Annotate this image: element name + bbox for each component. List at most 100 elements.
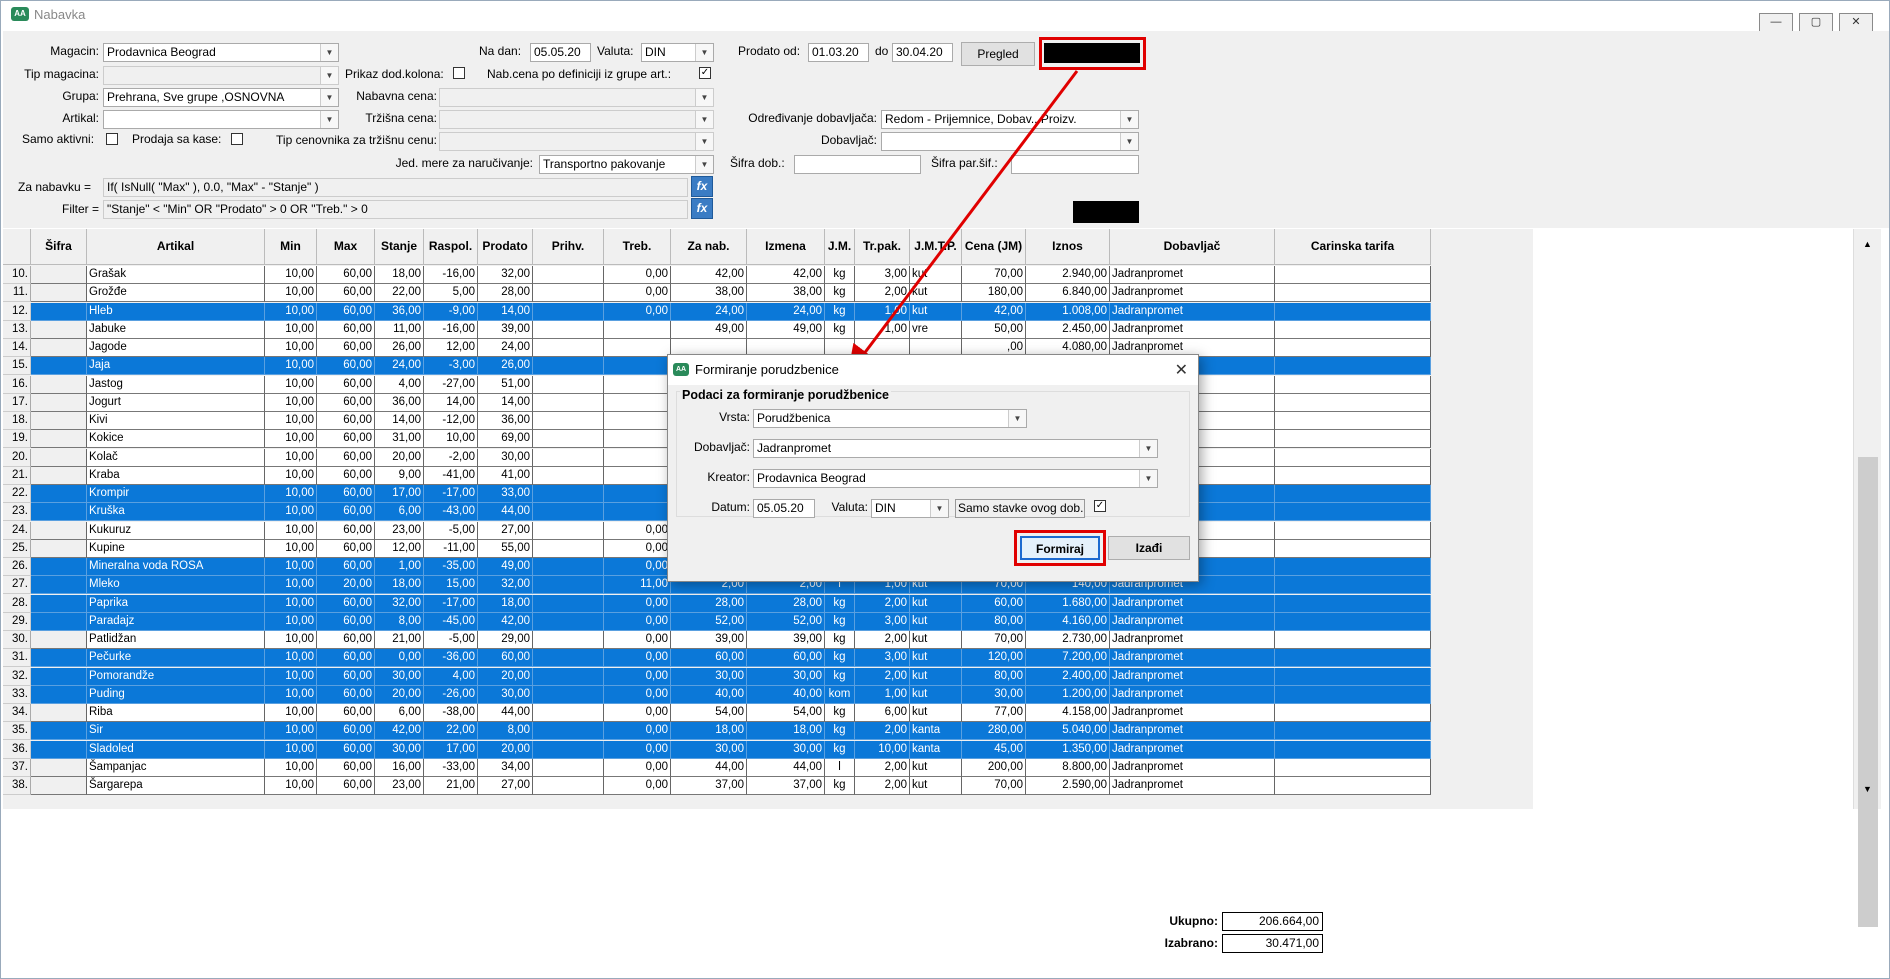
dobavljac-cell[interactable]: Jadranpromet xyxy=(1110,722,1275,741)
artikal-cell[interactable]: Krompir xyxy=(87,485,265,503)
table-row[interactable]: 13. Jabuke 10,00 60,00 11,00 -16,00 39,00 49,00… xyxy=(3,320,1431,339)
artikal-cell[interactable]: Šargarepa xyxy=(87,777,265,795)
raspol-cell[interactable]: 15,00 xyxy=(424,576,478,595)
min-cell[interactable]: 10,00 xyxy=(265,612,317,631)
cena-cell[interactable]: 30,00 xyxy=(962,685,1026,704)
prodato-cell[interactable]: 8,00 xyxy=(478,722,533,741)
sifra-cell[interactable] xyxy=(31,722,87,741)
dobavljac-cell[interactable]: Jadranpromet xyxy=(1110,320,1275,339)
row-number[interactable]: 37. xyxy=(3,758,31,777)
prihv-cell[interactable] xyxy=(533,357,604,376)
sifra-cell[interactable] xyxy=(31,503,87,522)
tr-pak-cell[interactable]: 1,00 xyxy=(855,320,910,339)
stanje-cell[interactable]: 0,00 xyxy=(375,649,424,668)
prihv-cell[interactable] xyxy=(533,284,604,303)
raspol-cell[interactable]: -33,00 xyxy=(424,758,478,777)
max-cell[interactable]: 60,00 xyxy=(317,685,375,704)
max-cell[interactable]: 60,00 xyxy=(317,649,375,668)
row-number[interactable]: 13. xyxy=(3,320,31,339)
sifra-cell[interactable] xyxy=(31,266,87,284)
dobavljac-cell[interactable]: Jadranpromet xyxy=(1110,758,1275,777)
row-number[interactable]: 10. xyxy=(3,266,31,284)
jmtp-cell[interactable]: kut xyxy=(910,302,962,321)
carinska-tarifa-cell[interactable] xyxy=(1275,320,1431,339)
sifra-cell[interactable] xyxy=(31,466,87,485)
prodato-cell[interactable]: 14,00 xyxy=(478,302,533,321)
chevron-down-icon[interactable]: ▼ xyxy=(320,44,338,61)
prodato-cell[interactable]: 26,00 xyxy=(478,357,533,376)
do-input[interactable]: 30.04.20 xyxy=(892,43,953,62)
sifra-cell[interactable] xyxy=(31,412,87,430)
dialog-dobavljac-select[interactable]: Jadranpromet ▼ xyxy=(753,439,1158,458)
prihv-cell[interactable] xyxy=(533,375,604,394)
tr-pak-cell[interactable]: 1,00 xyxy=(855,685,910,704)
treb-cell[interactable]: 0,00 xyxy=(604,631,671,649)
carinska-tarifa-cell[interactable] xyxy=(1275,485,1431,503)
stanje-cell[interactable]: 14,00 xyxy=(375,412,424,430)
za-nab-cell[interactable]: 39,00 xyxy=(671,631,747,649)
izmena-cell[interactable]: 54,00 xyxy=(747,704,825,722)
row-number[interactable]: 11. xyxy=(3,284,31,303)
max-cell[interactable]: 60,00 xyxy=(317,448,375,467)
za-nab-cell[interactable]: 37,00 xyxy=(671,777,747,795)
min-cell[interactable]: 10,00 xyxy=(265,631,317,649)
row-number[interactable]: 24. xyxy=(3,521,31,540)
column-header[interactable]: Prodato xyxy=(478,229,533,265)
za-nab-cell[interactable]: 24,00 xyxy=(671,302,747,321)
stanje-cell[interactable]: 4,00 xyxy=(375,375,424,394)
table-row[interactable]: 28. Paprika 10,00 60,00 32,00 -17,00 18,00 0,00… xyxy=(3,594,1431,613)
sifra-cell[interactable] xyxy=(31,685,87,704)
min-cell[interactable]: 10,00 xyxy=(265,466,317,485)
sifra-cell[interactable] xyxy=(31,302,87,321)
artikal-cell[interactable]: Kruška xyxy=(87,503,265,522)
carinska-tarifa-cell[interactable] xyxy=(1275,649,1431,668)
max-cell[interactable]: 60,00 xyxy=(317,667,375,686)
za-nab-cell[interactable]: 49,00 xyxy=(671,320,747,339)
column-header[interactable]: J.M. xyxy=(825,229,855,265)
max-cell[interactable]: 60,00 xyxy=(317,612,375,631)
stanje-cell[interactable]: 17,00 xyxy=(375,485,424,503)
iznos-cell[interactable]: 4.160,00 xyxy=(1026,612,1110,631)
min-cell[interactable]: 10,00 xyxy=(265,412,317,430)
tr-pak-cell[interactable]: 2,00 xyxy=(855,667,910,686)
prihv-cell[interactable] xyxy=(533,758,604,777)
prihv-cell[interactable] xyxy=(533,430,604,449)
prodato-cell[interactable]: 29,00 xyxy=(478,631,533,649)
izmena-cell[interactable]: 37,00 xyxy=(747,777,825,795)
max-cell[interactable]: 60,00 xyxy=(317,503,375,522)
jmtp-cell[interactable]: kanta xyxy=(910,740,962,759)
prodato-cell[interactable]: 44,00 xyxy=(478,704,533,722)
raspol-cell[interactable]: 22,00 xyxy=(424,722,478,741)
stanje-cell[interactable]: 31,00 xyxy=(375,430,424,449)
jmtp-cell[interactable]: kut xyxy=(910,685,962,704)
jmtp-cell[interactable]: kut xyxy=(910,758,962,777)
dialog-valuta-select[interactable]: DIN ▼ xyxy=(871,499,949,518)
izmena-cell[interactable]: 40,00 xyxy=(747,685,825,704)
cena-cell[interactable]: 180,00 xyxy=(962,284,1026,303)
raspol-cell[interactable]: 10,00 xyxy=(424,430,478,449)
min-cell[interactable]: 10,00 xyxy=(265,320,317,339)
artikal-cell[interactable]: Jagode xyxy=(87,339,265,357)
treb-cell[interactable] xyxy=(604,466,671,485)
prodato-cell[interactable]: 42,00 xyxy=(478,612,533,631)
sifra-cell[interactable] xyxy=(31,649,87,668)
column-header[interactable]: J.M.T.P. xyxy=(910,229,962,265)
chevron-down-icon[interactable]: ▼ xyxy=(930,500,948,517)
iznos-cell[interactable]: 1.350,00 xyxy=(1026,740,1110,759)
prodato-od-input[interactable]: 01.03.20 xyxy=(808,43,869,62)
treb-cell[interactable] xyxy=(604,448,671,467)
carinska-tarifa-cell[interactable] xyxy=(1275,758,1431,777)
iznos-cell[interactable]: 8.800,00 xyxy=(1026,758,1110,777)
row-number[interactable]: 17. xyxy=(3,393,31,412)
jmtp-cell[interactable]: kut xyxy=(910,704,962,722)
stanje-cell[interactable]: 1,00 xyxy=(375,558,424,576)
iznos-cell[interactable]: 2.590,00 xyxy=(1026,777,1110,795)
dobavljac-cell[interactable]: Jadranpromet xyxy=(1110,266,1275,284)
artikal-select[interactable]: ▼ xyxy=(103,110,339,129)
jmtp-cell[interactable]: kut xyxy=(910,266,962,284)
table-row[interactable]: 38. Šargarepa 10,00 60,00 23,00 21,00 27,00 0,0… xyxy=(3,777,1431,795)
raspol-cell[interactable]: -43,00 xyxy=(424,503,478,522)
stanje-cell[interactable]: 16,00 xyxy=(375,758,424,777)
iznos-cell[interactable]: 1.680,00 xyxy=(1026,594,1110,613)
stanje-cell[interactable]: 32,00 xyxy=(375,594,424,613)
